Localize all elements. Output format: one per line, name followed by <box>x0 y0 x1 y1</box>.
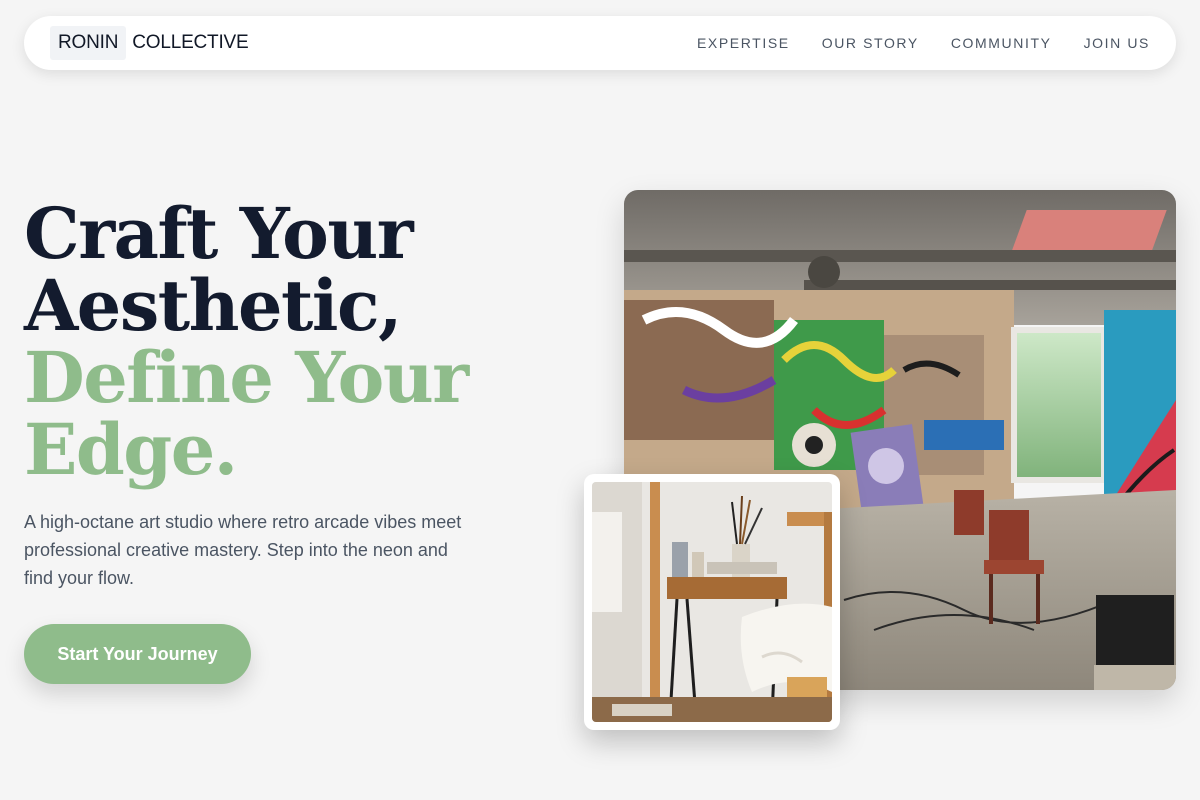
headline-line-4: Edge. <box>24 408 238 491</box>
nav-link-community[interactable]: COMMUNITY <box>951 35 1052 51</box>
nav-link-join-us[interactable]: JOIN US <box>1084 35 1150 51</box>
logo-text: COLLECTIVE <box>132 32 249 53</box>
headline-line-2: Aesthetic, <box>24 264 402 347</box>
start-journey-button[interactable]: Start Your Journey <box>24 624 251 684</box>
top-navigation-bar: RONIN COLLECTIVE EXPERTISE OUR STORY COM… <box>24 16 1176 70</box>
headline-line-3: Define Your <box>24 336 469 419</box>
nav-links: EXPERTISE OUR STORY COMMUNITY JOIN US <box>697 35 1150 51</box>
hero-headline: Craft Your Aesthetic, Define Your Edge. <box>24 198 544 486</box>
brushes-table-photo <box>592 482 832 722</box>
brand-logo[interactable]: RONIN COLLECTIVE <box>50 26 249 60</box>
hero-subtitle: A high-octane art studio where retro arc… <box>24 512 462 588</box>
nav-link-our-story[interactable]: OUR STORY <box>822 35 919 51</box>
inset-photo-frame <box>584 474 840 730</box>
logo-boxed-text: RONIN <box>50 26 127 60</box>
nav-link-expertise[interactable]: EXPERTISE <box>697 35 790 51</box>
headline-line-1: Craft Your <box>24 192 414 275</box>
